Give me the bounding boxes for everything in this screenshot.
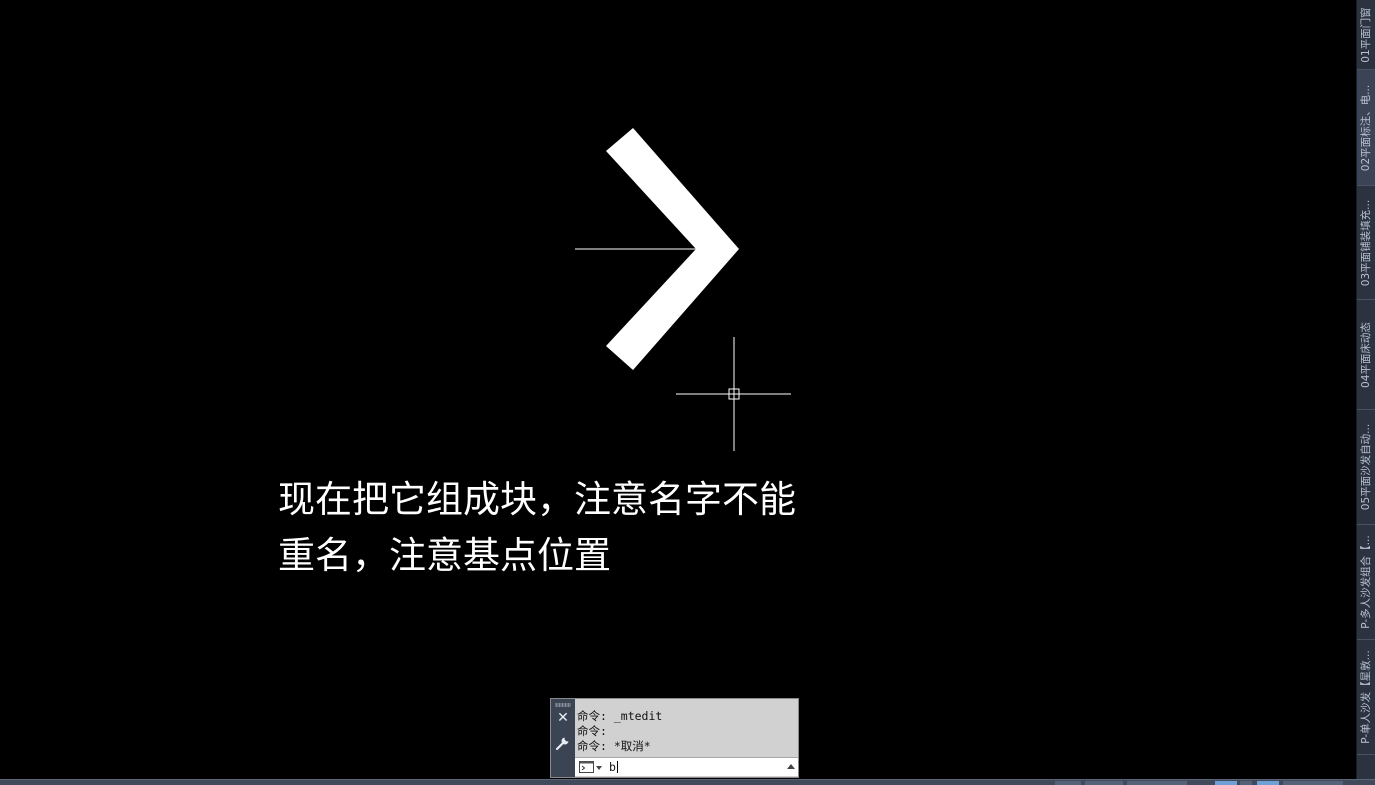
status-toggle-button[interactable] (1240, 781, 1252, 785)
status-toggle-button[interactable] (1215, 781, 1237, 785)
status-toggle-button[interactable] (1085, 781, 1123, 785)
file-tab-label: 03平面铺装填充... (1360, 199, 1372, 286)
drag-grip-icon[interactable] (555, 703, 571, 707)
file-tab[interactable]: 03平面铺装填充... (1357, 186, 1375, 300)
file-tab-label: P-单人沙发【星敦... (1360, 650, 1372, 744)
history-line: 命令: _mtedit (577, 709, 663, 723)
text-caret (617, 761, 618, 773)
file-tab-label: 05平面沙发自动... (1360, 423, 1372, 511)
annotation-line-1: 现在把它组成块，注意名字不能 (278, 478, 796, 521)
status-toggle-button[interactable] (1127, 781, 1187, 785)
file-tabs-sidebar: 01平面门窗 02平面标注、电... 03平面铺装填充... 04平面床动态 0… (1356, 0, 1375, 779)
mtext-annotation[interactable]: 现在把它组成块，注意名字不能 重名，注意基点位置 (278, 472, 796, 584)
file-tab[interactable]: 04平面床动态 (1357, 300, 1375, 410)
status-bar (0, 779, 1375, 785)
command-history: 命令: _mtedit 命令: 命令: *取消* (577, 709, 797, 754)
file-tab[interactable]: P-多人沙发组合【... (1357, 525, 1375, 640)
close-icon[interactable]: ✕ (555, 710, 571, 726)
file-tab-label: 04平面床动态 (1360, 321, 1372, 388)
command-input[interactable] (609, 759, 779, 774)
file-tab[interactable]: 01平面门窗 (1357, 0, 1375, 70)
file-tab[interactable]: P-单人沙发【星敦... (1357, 640, 1375, 755)
status-toggle-button[interactable] (1283, 781, 1343, 785)
drawing-canvas[interactable]: 现在把它组成块，注意名字不能 重名，注意基点位置 (0, 0, 1356, 779)
file-tab[interactable]: 05平面沙发自动... (1357, 410, 1375, 525)
triangle-up-icon[interactable] (786, 761, 796, 773)
command-input-row[interactable] (575, 757, 798, 776)
command-prompt-icon[interactable] (579, 761, 603, 773)
autocad-window: 现在把它组成块，注意名字不能 重名，注意基点位置 ✕ 命令: _mtedit 命… (0, 0, 1375, 785)
wrench-icon[interactable] (554, 734, 572, 752)
history-line: 命令: *取消* (577, 739, 651, 753)
status-toggle-button[interactable] (1257, 781, 1279, 785)
history-line: 命令: (577, 724, 607, 738)
annotation-line-2: 重名，注意基点位置 (278, 534, 611, 577)
file-tab-label: 01平面门窗 (1360, 6, 1372, 63)
file-tab-active[interactable]: 02平面标注、电... (1357, 70, 1375, 186)
file-tab-label: P-多人沙发组合【... (1360, 535, 1372, 629)
command-line-window[interactable]: ✕ 命令: _mtedit 命令: 命令: *取消* (550, 698, 799, 778)
drawing-geometry (575, 128, 791, 451)
file-tab-label: 02平面标注、电... (1360, 84, 1372, 171)
command-window-sidebar: ✕ (551, 699, 575, 777)
status-toggle-button[interactable] (1055, 781, 1081, 785)
crosshair-cursor-icon (676, 337, 791, 451)
